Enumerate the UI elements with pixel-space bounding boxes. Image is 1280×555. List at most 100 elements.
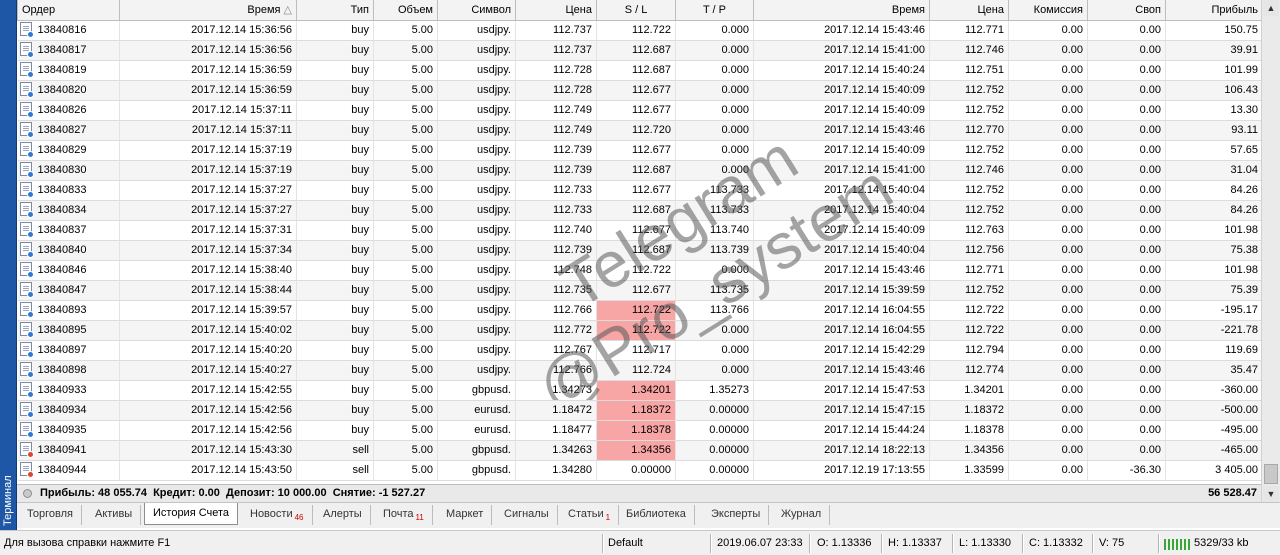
profit-cell: 75.39	[1165, 280, 1261, 301]
table-row[interactable]: 13840819 2017.12.14 15:36:59 buy 5.00 usdjpy…	[17, 60, 1261, 81]
table-row[interactable]: 13840817 2017.12.14 15:36:56 buy 5.00 usdjpy…	[17, 40, 1261, 61]
tp-cell: 0.00000	[675, 440, 754, 461]
terminal-sidebar[interactable]: Терминал	[0, 0, 17, 530]
column-header-commission[interactable]: Комиссия	[1008, 0, 1088, 21]
tab-account-history[interactable]: История Счета	[144, 503, 239, 525]
table-row[interactable]: 13840893 2017.12.14 15:39:57 buy 5.00 usdjpy…	[17, 300, 1261, 321]
vertical-scrollbar[interactable]: ▲ ▼	[1261, 0, 1280, 502]
table-row[interactable]: 13840816 2017.12.14 15:36:56 buy 5.00 usdjpy…	[17, 20, 1261, 41]
commission-cell: 0.00	[1008, 220, 1088, 241]
column-header-tp[interactable]: T / P	[675, 0, 754, 21]
order-cell: 13840819	[17, 60, 120, 81]
close-price-cell: 112.752	[929, 280, 1009, 301]
mail-count-badge: 11	[415, 513, 424, 522]
close-time-cell: 2017.12.14 15:41:00	[753, 40, 930, 61]
table-row[interactable]: 13840934 2017.12.14 15:42:56 buy 5.00 eurusd…	[17, 400, 1261, 421]
table-row[interactable]: 13840837 2017.12.14 15:37:31 buy 5.00 usdjpy…	[17, 220, 1261, 241]
close-price-cell: 112.746	[929, 160, 1009, 181]
tab-experts[interactable]: Эксперты	[703, 505, 770, 525]
table-row[interactable]: 13840944 2017.12.14 15:43:50 sell 5.00 gbpus…	[17, 460, 1261, 481]
order-number: 13840829	[37, 143, 87, 156]
scrollbar-thumb[interactable]	[1264, 464, 1278, 484]
orders-table: Ордер Время △ Тип Объем Символ Цена S / …	[17, 0, 1261, 481]
table-row[interactable]: 13840827 2017.12.14 15:37:11 buy 5.00 usdjpy…	[17, 120, 1261, 141]
type-cell: buy	[296, 360, 374, 381]
column-header-volume[interactable]: Объем	[373, 0, 438, 21]
symbol-cell: usdjpy.	[437, 240, 516, 261]
doc-blue-dot-icon	[19, 62, 34, 78]
order-number: 13840817	[37, 43, 87, 56]
column-header-type[interactable]: Тип	[296, 0, 374, 21]
tab-signals[interactable]: Сигналы	[496, 505, 558, 525]
table-row[interactable]: 13840829 2017.12.14 15:37:19 buy 5.00 usdjpy…	[17, 140, 1261, 161]
order-cell: 13840840	[17, 240, 120, 261]
type-cell: buy	[296, 420, 374, 441]
close-price-cell: 112.794	[929, 340, 1009, 361]
tab-alerts[interactable]: Алерты	[315, 505, 371, 525]
table-row[interactable]: 13840833 2017.12.14 15:37:27 buy 5.00 usdjpy…	[17, 180, 1261, 201]
tab-news[interactable]: Новости 46	[242, 505, 313, 525]
order-number: 13840816	[37, 23, 87, 36]
table-row[interactable]: 13840933 2017.12.14 15:42:55 buy 5.00 gbpusd…	[17, 380, 1261, 401]
scroll-up-arrow-icon[interactable]: ▲	[1263, 0, 1279, 16]
tab-articles[interactable]: Статьи 1	[560, 505, 620, 525]
close-price-cell: 112.774	[929, 360, 1009, 381]
table-row[interactable]: 13840898 2017.12.14 15:40:27 buy 5.00 usdjpy…	[17, 360, 1261, 381]
tab-mailbox[interactable]: Почта 11	[375, 505, 433, 525]
column-header-open-time[interactable]: Время △	[119, 0, 297, 21]
volume-cell: 5.00	[373, 240, 438, 261]
symbol-cell: usdjpy.	[437, 220, 516, 241]
table-row[interactable]: 13840847 2017.12.14 15:38:44 buy 5.00 usdjpy…	[17, 280, 1261, 301]
sl-cell: 112.677	[596, 140, 676, 161]
column-header-symbol[interactable]: Символ	[437, 0, 516, 21]
column-header-order[interactable]: Ордер	[17, 0, 120, 21]
tab-journal[interactable]: Журнал	[773, 505, 831, 525]
type-cell: buy	[296, 80, 374, 101]
table-row[interactable]: 13840840 2017.12.14 15:37:34 buy 5.00 usdjpy…	[17, 240, 1261, 261]
table-row[interactable]: 13840826 2017.12.14 15:37:11 buy 5.00 usdjpy…	[17, 100, 1261, 121]
scroll-down-arrow-icon[interactable]: ▼	[1263, 486, 1279, 502]
order-number: 13840819	[37, 63, 87, 76]
table-row[interactable]: 13840935 2017.12.14 15:42:56 buy 5.00 eurusd…	[17, 420, 1261, 441]
table-row[interactable]: 13840941 2017.12.14 15:43:30 sell 5.00 gbpus…	[17, 440, 1261, 461]
table-row[interactable]: 13840834 2017.12.14 15:37:27 buy 5.00 usdjpy…	[17, 200, 1261, 221]
sl-cell: 112.677	[596, 180, 676, 201]
table-row[interactable]: 13840846 2017.12.14 15:38:40 buy 5.00 usdjpy…	[17, 260, 1261, 281]
type-cell: buy	[296, 200, 374, 221]
table-row[interactable]: 13840830 2017.12.14 15:37:19 buy 5.00 usdjpy…	[17, 160, 1261, 181]
tab-assets[interactable]: Активы	[87, 505, 142, 525]
column-header-price[interactable]: Цена	[515, 0, 597, 21]
commission-cell: 0.00	[1008, 340, 1088, 361]
tab-market[interactable]: Маркет	[438, 505, 493, 525]
commission-cell: 0.00	[1008, 80, 1088, 101]
column-header-swap[interactable]: Своп	[1087, 0, 1166, 21]
tab-library[interactable]: Библиотека	[618, 505, 695, 525]
price-cell: 112.733	[515, 180, 597, 201]
column-header-close-time[interactable]: Время	[753, 0, 930, 21]
symbol-cell: usdjpy.	[437, 100, 516, 121]
column-header-close-price[interactable]: Цена	[929, 0, 1009, 21]
table-row[interactable]: 13840895 2017.12.14 15:40:02 buy 5.00 usdjpy…	[17, 320, 1261, 341]
summary-circle-icon	[23, 489, 32, 498]
swap-cell: 0.00	[1087, 80, 1166, 101]
symbol-cell: usdjpy.	[437, 260, 516, 281]
price-cell: 112.749	[515, 100, 597, 121]
close-time-cell: 2017.12.14 15:42:29	[753, 340, 930, 361]
symbol-cell: gbpusd.	[437, 460, 516, 481]
swap-cell: 0.00	[1087, 200, 1166, 221]
doc-blue-dot-icon	[19, 282, 34, 298]
summary-total: 56 528.47	[1208, 487, 1257, 499]
doc-blue-dot-icon	[19, 382, 34, 398]
table-row[interactable]: 13840820 2017.12.14 15:36:59 buy 5.00 usdjpy…	[17, 80, 1261, 101]
column-header-profit[interactable]: Прибыль	[1165, 0, 1261, 21]
volume-cell: 5.00	[373, 120, 438, 141]
order-number: 13840826	[37, 103, 87, 116]
swap-cell: 0.00	[1087, 20, 1166, 41]
status-high: H: 1.13337	[888, 537, 942, 549]
order-number: 13840834	[37, 203, 87, 216]
column-header-sl[interactable]: S / L	[596, 0, 676, 21]
table-row[interactable]: 13840897 2017.12.14 15:40:20 buy 5.00 usdjpy…	[17, 340, 1261, 361]
volume-cell: 5.00	[373, 20, 438, 41]
commission-cell: 0.00	[1008, 440, 1088, 461]
tab-trade[interactable]: Торговля	[19, 505, 82, 525]
